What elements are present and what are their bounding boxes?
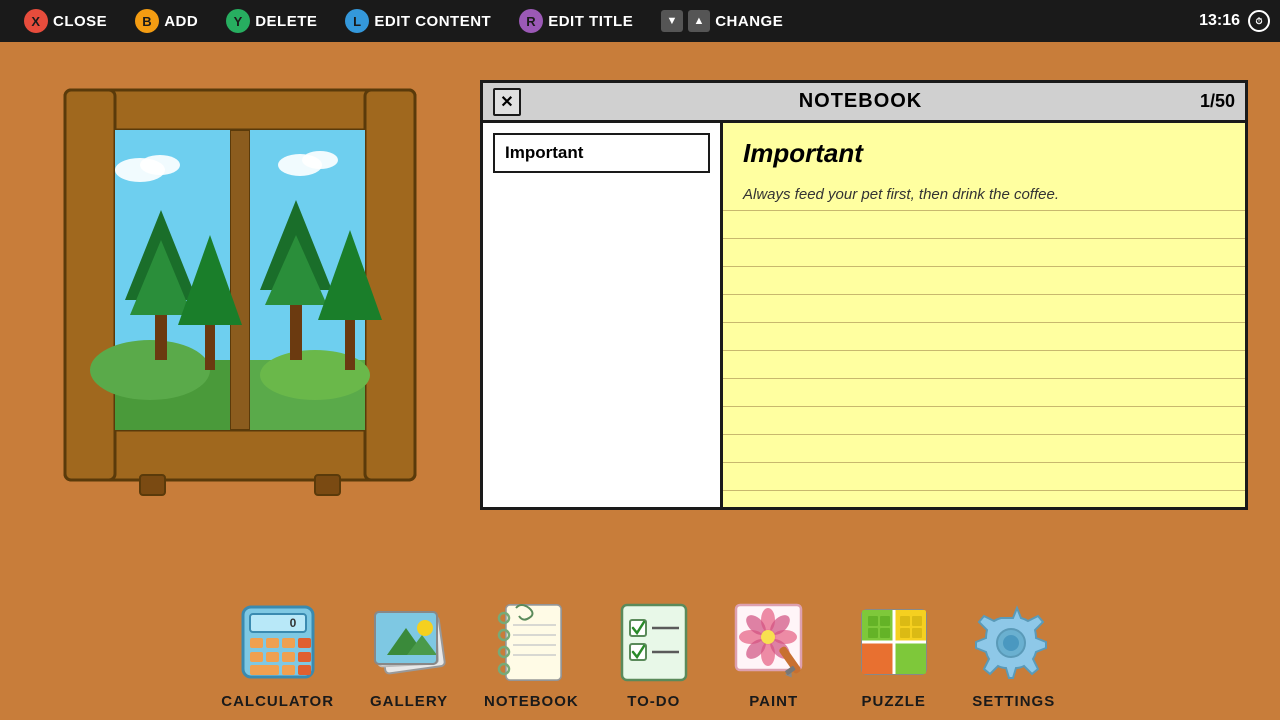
paint-icon [729,597,819,687]
delete-button[interactable]: Y DELETE [212,0,331,42]
time-text: 13:16 [1199,12,1240,30]
delete-label: DELETE [255,13,317,30]
edit-title-button[interactable]: R EDIT TITLE [505,0,647,42]
topbar: X CLOSE B ADD Y DELETE L EDIT CONTENT R … [0,0,1280,42]
notebook-content-area: Important Always feed your pet first, th… [723,123,1245,507]
svg-text:0: 0 [289,616,296,630]
notebook-app-icon [486,597,576,687]
edit-title-label: EDIT TITLE [548,13,633,30]
close-label: CLOSE [53,13,107,30]
clock-display: 13:16 ⏱ [1199,10,1270,32]
todo-icon [609,597,699,687]
notebook-header: ✕ NOTEBOOK 1/50 [483,83,1245,123]
l-button-icon: L [345,9,369,33]
window-scene [60,80,420,500]
notebook-lines [723,183,1245,507]
app-gallery[interactable]: GALLERY [364,597,454,710]
edit-content-button[interactable]: L EDIT CONTENT [331,0,505,42]
add-label: ADD [164,13,198,30]
clock-icon: ⏱ [1248,10,1270,32]
change-button[interactable]: ▼ ▲ CHANGE [647,0,797,42]
gallery-label: GALLERY [370,693,448,710]
notebook-panel: ✕ NOTEBOOK 1/50 Important Important Alwa… [480,80,1248,510]
bottom-app-bar: 0 CALCULATOR [0,597,1280,710]
change-label: CHANGE [715,13,783,30]
gallery-icon [364,597,454,687]
notebook-page-count: 1/50 [1200,91,1235,112]
calculator-label: CALCULATOR [221,693,334,710]
notebook-content-title: Important [743,138,1225,169]
notebook-content-text: Always feed your pet first, then drink t… [743,181,1225,209]
add-button[interactable]: B ADD [121,0,212,42]
app-notebook[interactable]: NOTEBOOK [484,597,579,710]
app-settings[interactable]: SETTINGS [969,597,1059,710]
calculator-icon: 0 [233,597,323,687]
settings-icon [969,597,1059,687]
b-button-icon: B [135,9,159,33]
close-button[interactable]: X CLOSE [10,0,121,42]
y-button-icon: Y [226,9,250,33]
notebook-app-label: NOTEBOOK [484,693,579,710]
notebook-title: NOTEBOOK [799,90,923,113]
todo-label: TO-DO [627,693,680,710]
app-calculator[interactable]: 0 CALCULATOR [221,597,334,710]
edit-content-label: EDIT CONTENT [374,13,491,30]
dpad-up-icon: ▲ [688,10,710,32]
app-todo[interactable]: TO-DO [609,597,699,710]
app-puzzle[interactable]: PUZZLE [849,597,939,710]
notebook-sidebar: Important [483,123,723,507]
puzzle-icon [849,597,939,687]
app-paint[interactable]: PAINT [729,597,819,710]
paint-label: PAINT [749,693,798,710]
r-button-icon: R [519,9,543,33]
settings-label: SETTINGS [972,693,1055,710]
puzzle-label: PUZZLE [862,693,926,710]
x-button-icon: X [24,9,48,33]
notebook-body: Important Important Always feed your pet… [483,123,1245,507]
notebook-entry-title: Important [493,133,710,173]
notebook-close-button[interactable]: ✕ [493,88,521,116]
dpad-down-icon: ▼ [661,10,683,32]
